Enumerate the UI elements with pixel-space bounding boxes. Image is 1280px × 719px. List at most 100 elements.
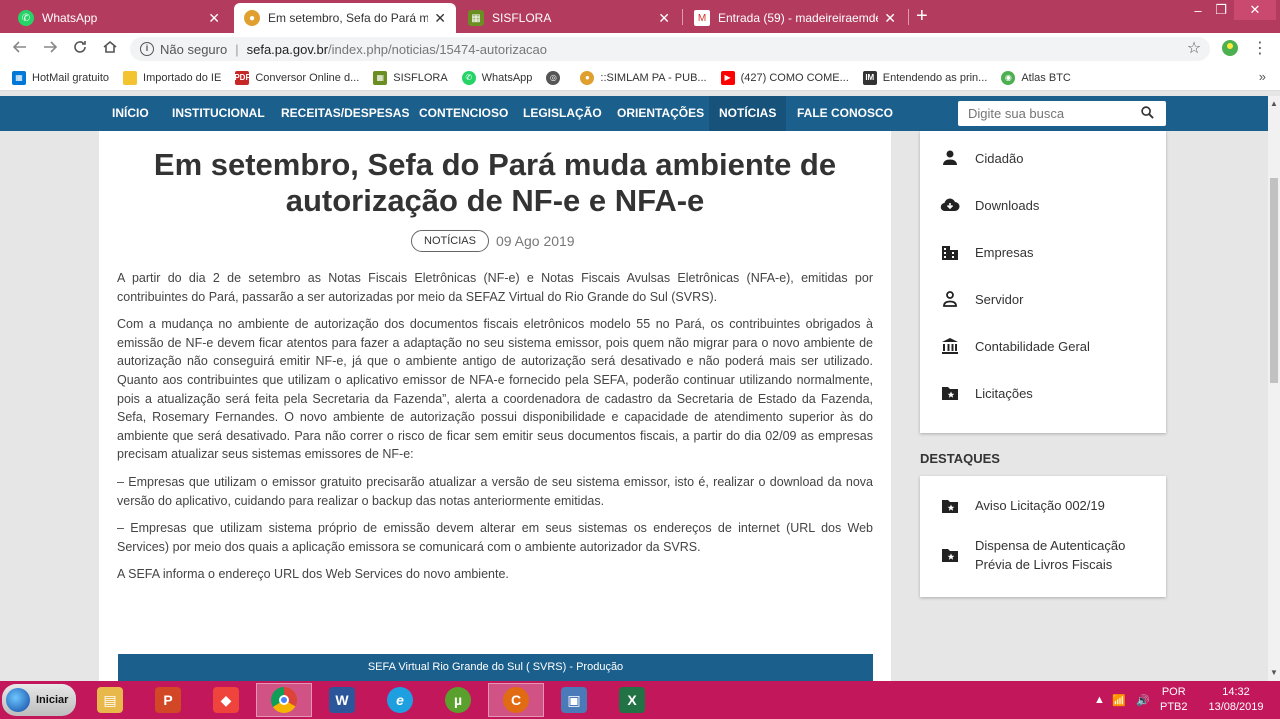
bookmark-importado-ie[interactable]: Importado do IE — [123, 70, 221, 85]
tray-show-hidden-icon[interactable]: ▲ — [1094, 681, 1105, 719]
close-tab-icon[interactable]: ✕ — [884, 10, 896, 27]
taskbar-ccleaner[interactable]: C — [488, 683, 544, 717]
scroll-up-icon[interactable]: ▲ — [1270, 99, 1278, 108]
article-title-line: Em setembro, Sefa do Pará muda ambiente … — [153, 147, 837, 182]
nav-orientacoes[interactable]: ORIENTAÇÕES — [607, 96, 714, 131]
sisflora-icon: ▦ — [468, 10, 484, 26]
bank-icon — [942, 338, 958, 354]
nav-receitas-despesas[interactable]: RECEITAS/DESPESAS — [271, 96, 419, 131]
sidebar-item-servidor[interactable]: Servidor — [920, 279, 1166, 319]
sidebar-item-licitacoes[interactable]: Licitações — [920, 373, 1166, 413]
menu-kebab-icon[interactable]: ⋮ — [1250, 39, 1270, 59]
search-input[interactable] — [968, 106, 1138, 121]
tab-title: Em setembro, Sefa do Pará muda — [268, 11, 429, 25]
taskbar-word[interactable]: W — [314, 683, 370, 717]
close-tab-icon[interactable]: ✕ — [658, 10, 670, 27]
scroll-thumb[interactable] — [1270, 178, 1278, 383]
reload-button[interactable] — [70, 39, 90, 59]
tray-volume-icon[interactable]: 🔊 — [1136, 681, 1150, 719]
back-button[interactable] — [10, 39, 30, 59]
im-icon: IM — [862, 70, 877, 85]
taskbar-anydesk[interactable]: ◆ — [198, 683, 254, 717]
keyboard-layout-label: PTB2 — [1160, 701, 1188, 713]
bookmark-conversor[interactable]: PDF Conversor Online d... — [234, 70, 360, 85]
close-tab-icon[interactable]: ✕ — [208, 10, 220, 27]
close-tab-icon[interactable]: ✕ — [434, 10, 446, 27]
forward-button[interactable] — [40, 39, 60, 59]
taskbar-chrome[interactable] — [256, 683, 312, 717]
info-icon[interactable]: i — [140, 42, 154, 56]
taskbar-network[interactable]: ▣ — [546, 683, 602, 717]
nav-inicio[interactable]: INÍCIO — [102, 96, 159, 131]
bookmark-label: Atlas BTC — [1021, 71, 1071, 84]
nav-institucional[interactable]: INSTITUCIONAL — [162, 96, 275, 131]
taskbar-excel[interactable]: X — [604, 683, 660, 717]
bookmark-atlas-btc[interactable]: ◉ Atlas BTC — [1001, 70, 1071, 85]
article-paragraph: – Empresas que utilizam sistema próprio … — [117, 521, 873, 554]
address-bar[interactable]: i Não seguro | sefa.pa.gov.br/index.php/… — [130, 37, 1210, 61]
destaque-item[interactable]: Dispensa de Autenticação Prévia de Livro… — [920, 536, 1166, 576]
start-label: Iniciar — [36, 694, 69, 706]
extension-icon[interactable] — [1220, 39, 1240, 59]
page-scrollbar[interactable]: ▲ ▼ — [1268, 96, 1280, 681]
home-button[interactable] — [100, 39, 120, 59]
folder-star-icon — [942, 500, 958, 513]
nav-legislacao[interactable]: LEGISLAÇÃO — [513, 96, 612, 131]
site-search — [958, 101, 1166, 126]
sisflora-icon: ▦ — [373, 70, 388, 85]
sidebar-item-empresas[interactable]: Empresas — [920, 232, 1166, 272]
sidebar-item-cidadao[interactable]: Cidadão — [920, 138, 1166, 178]
tab-whatsapp[interactable]: ✆ WhatsApp ✕ — [8, 3, 230, 33]
bookmark-hotmail[interactable]: ▦ HotMail gratuito — [12, 70, 109, 85]
bookmark-whatsapp[interactable]: ✆ WhatsApp — [461, 70, 532, 85]
sefa-favicon-icon: ● — [244, 10, 260, 26]
tray-language[interactable]: POR PTB2 — [1160, 681, 1188, 719]
nav-noticias[interactable]: NOTÍCIAS — [709, 96, 787, 131]
atlas-icon: ◉ — [1001, 70, 1016, 85]
scroll-down-icon[interactable]: ▼ — [1270, 668, 1278, 677]
bookmarks-more-button[interactable]: » — [1259, 69, 1266, 84]
start-button[interactable]: Iniciar — [2, 684, 76, 716]
folder-star-icon — [942, 549, 958, 562]
taskbar-file-explorer[interactable]: ▤ — [82, 683, 138, 717]
tab-sisflora[interactable]: ▦ SISFLORA ✕ — [458, 3, 680, 33]
close-window-button[interactable]: ✕ — [1234, 0, 1276, 20]
back-arrow-icon — [12, 41, 26, 53]
excel-icon: X — [619, 687, 645, 713]
bookmark-entendendo[interactable]: IM Entendendo as prin... — [862, 70, 987, 85]
bookmark-globe[interactable]: ◎ — [546, 70, 566, 85]
sidebar-item-downloads[interactable]: Downloads — [920, 185, 1166, 225]
bookmark-youtube[interactable]: ▶ (427) COMO COME... — [720, 70, 849, 85]
bookmark-simlam[interactable]: ●::SIMLAM PA - PUB... — [580, 70, 707, 85]
bookmark-label: Conversor Online d... — [255, 71, 360, 84]
tab-gmail[interactable]: M Entrada (59) - madeireiraemdepa ✕ — [684, 3, 906, 33]
search-icon[interactable] — [1141, 106, 1154, 119]
nav-fale-conosco[interactable]: FALE CONOSCO — [787, 96, 903, 131]
nav-contencioso[interactable]: CONTENCIOSO — [409, 96, 518, 131]
maximize-button[interactable]: ❐ — [1210, 0, 1232, 20]
tray-network-icon[interactable]: 📶 — [1112, 681, 1126, 719]
taskbar-clock[interactable]: 14:32 13/08/2019 — [1196, 685, 1276, 715]
bookmark-sisflora[interactable]: ▦ SISFLORA — [373, 70, 448, 85]
sidebar-item-contabilidade[interactable]: Contabilidade Geral — [920, 326, 1166, 366]
taskbar-powerpoint[interactable]: P — [140, 683, 196, 717]
tab-separator — [682, 9, 683, 25]
tab-title: SISFLORA — [492, 11, 552, 25]
cloud-download-icon — [940, 198, 960, 212]
pdf-icon: PDF — [234, 70, 250, 85]
sefa-favicon-icon: ● — [580, 70, 595, 85]
whatsapp-icon: ✆ — [461, 70, 476, 85]
bookmark-label: SISFLORA — [393, 71, 448, 84]
language-label: POR — [1161, 686, 1186, 698]
new-tab-button[interactable]: + — [916, 5, 928, 28]
tab-sefa-article[interactable]: ● Em setembro, Sefa do Pará muda ✕ — [234, 3, 456, 33]
category-badge[interactable]: NOTÍCIAS — [411, 230, 489, 252]
taskbar-internet-explorer[interactable]: e — [372, 683, 428, 717]
url-path: /index.php/noticias/15474-autorizacao — [328, 41, 548, 57]
minimize-button[interactable]: – — [1186, 0, 1210, 20]
destaque-item[interactable]: Aviso Licitação 002/19 — [920, 494, 1166, 518]
taskbar-utorrent[interactable]: µ — [430, 683, 486, 717]
windows-taskbar: Iniciar ▤ P ◆ W e µ C ▣ X ▲ 📶 🔊 POR PTB2… — [0, 681, 1280, 719]
bookmark-star-icon[interactable]: ☆ — [1184, 39, 1204, 59]
person-outline-icon — [943, 291, 957, 307]
